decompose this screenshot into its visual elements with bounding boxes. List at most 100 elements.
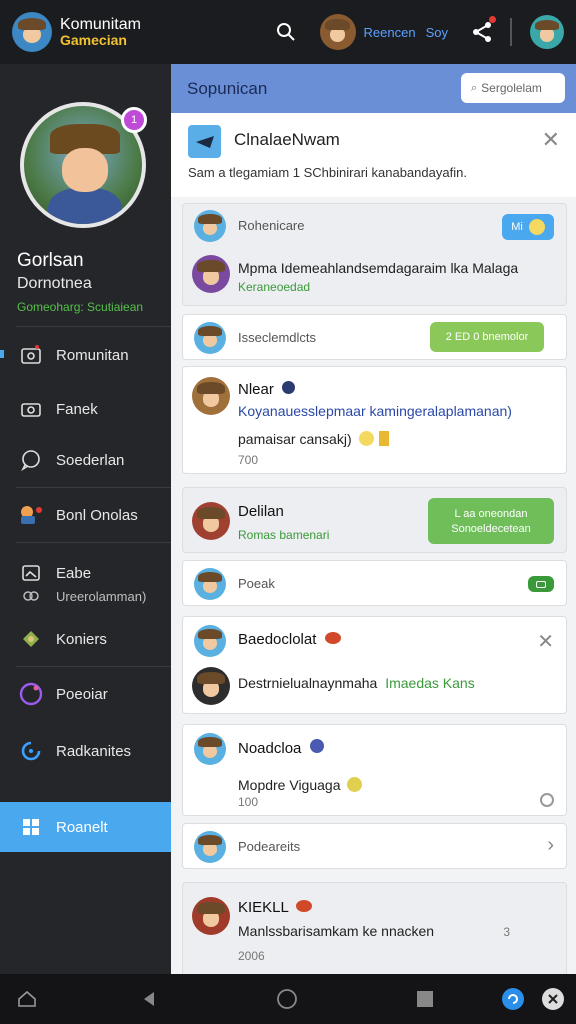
sidebar-item-label: Radkanites (56, 742, 132, 760)
status-badge[interactable]: 2 ED 0 bnemolor (430, 322, 544, 352)
avatar (194, 322, 226, 354)
badge-label: Mi (511, 221, 523, 233)
info-card-title: ClnalaeNwam (234, 130, 340, 149)
notification-dot (489, 16, 496, 23)
list-item[interactable]: Rohenicare Mi Mpma Idemeahlandsemdagarai… (182, 203, 567, 306)
card-message-text: Destrnielualnaynmaha (238, 675, 378, 691)
emoji-icon (358, 431, 374, 446)
card-link[interactable]: Koyanauesslepmaar kamingeralaplamanan) (238, 403, 512, 419)
sidebar-item-label: Bonl Onolas (56, 506, 138, 524)
list-item[interactable]: Noadcloa Mopdre Viguaga 100 (182, 724, 567, 816)
close-icon[interactable]: ✕ (537, 629, 554, 654)
card-count: 3 (503, 925, 510, 939)
top-bar: Komunitam Gamecian Reencen Soy (0, 0, 576, 64)
app-icon[interactable] (500, 986, 526, 1012)
sidebar-item-label: Koniers (56, 630, 107, 648)
card-message: Destrnielualnaynmaha Imaedas Kans (238, 675, 475, 691)
status-badge[interactable]: Mi (502, 214, 554, 240)
sidebar-item-label: Soederlan (56, 451, 125, 469)
trophy-icon (379, 431, 390, 446)
search-input[interactable]: ⌕ Sergolelam (461, 73, 565, 103)
user-tag: Soy (425, 24, 448, 40)
sidebar-item-label: Fanek (56, 400, 98, 418)
bomb-icon (282, 381, 296, 394)
active-indicator (0, 350, 4, 358)
sidebar-item-label: Romunitan (56, 346, 129, 364)
game-icon (18, 502, 44, 528)
card-title: Delilan (238, 503, 284, 520)
card-label: Isseclemdlcts (238, 330, 317, 345)
emoji-icon (347, 777, 363, 792)
sidebar-item-eabe-sub[interactable]: Ureerolamman) (0, 584, 171, 608)
sidebar-item-fanek[interactable]: Fanek (0, 392, 171, 426)
smile-icon (528, 219, 545, 235)
chat-badge-icon[interactable] (528, 576, 554, 592)
sidebar-item-poeoiar[interactable]: Poeoiar (0, 677, 171, 711)
circle-home-icon[interactable] (274, 986, 300, 1012)
chat-icon (18, 447, 44, 473)
app-logo-avatar[interactable] (12, 12, 52, 52)
card-status: Romas bamenari (238, 528, 330, 542)
profile-badge: 1 (121, 107, 147, 133)
back-icon[interactable] (136, 986, 162, 1012)
info-card-description: Sam a tlegamiam 1 SChbinirari kanabanday… (188, 165, 467, 180)
sidebar-item-community[interactable]: Romunitan (0, 338, 171, 372)
card-title-text: KIEKLL (238, 899, 289, 916)
record-icon (18, 681, 44, 707)
share-icon[interactable] (470, 16, 496, 44)
avatar (194, 625, 226, 657)
profile-status: Gomeoharg: Scutiaiean (17, 300, 144, 314)
close-icon[interactable] (540, 986, 566, 1012)
divider (16, 542, 171, 543)
camera-icon (18, 396, 44, 422)
grid-icon (18, 814, 44, 840)
sidebar-item-radkanites[interactable]: Radkanites (0, 734, 171, 768)
bottom-nav (0, 974, 576, 1024)
list-item[interactable]: Delilan Romas bamenari L aa oneondan Son… (182, 487, 567, 553)
card-title: KIEKLL (238, 899, 313, 916)
card-title-text: Noadcloa (238, 740, 302, 757)
badge-line: Sonoeldecetean (451, 522, 531, 535)
card-message-text: Mopdre Viguaga (238, 777, 341, 793)
badge-icon (309, 739, 324, 753)
search-icon[interactable] (274, 20, 298, 44)
sidebar-item-koniers[interactable]: Koniers (0, 622, 171, 656)
status-circle-icon[interactable] (540, 793, 554, 807)
user-name[interactable]: Reencen (364, 25, 416, 40)
card-message: Mopdre Viguaga (238, 777, 363, 793)
sidebar-item-bonl-onolas[interactable]: Bonl Onolas (0, 498, 171, 532)
divider (16, 326, 171, 327)
status-badge[interactable]: L aa oneondan Sonoeldecetean (428, 498, 554, 544)
profile-avatar[interactable] (530, 15, 564, 49)
card-title: Noadcloa (238, 739, 324, 757)
card-message-text: pamaisar cansakj) (238, 431, 352, 447)
card-label: Poeak (238, 576, 275, 591)
refresh-icon (18, 738, 44, 764)
football-icon (324, 632, 341, 644)
list-item[interactable]: KIEKLL Manlssbarisamkam ke nnacken 3 200… (182, 882, 567, 974)
profile-subtitle: Dornotnea (17, 275, 92, 292)
square-recent-icon[interactable] (412, 986, 438, 1012)
list-item[interactable]: Nlear Koyanauesslepmaar kamingeralaplama… (182, 366, 567, 474)
card-title: Nlear (238, 381, 296, 398)
user-avatar[interactable] (319, 14, 356, 50)
list-item[interactable]: Baedoclolat ✕ Destrnielualnaynmaha Imaed… (182, 616, 567, 714)
chevron-right-icon[interactable]: › (547, 834, 554, 857)
avatar (194, 568, 226, 600)
avatar (192, 255, 230, 293)
home-icon[interactable] (14, 986, 40, 1012)
list-item[interactable]: Poeak (182, 560, 567, 606)
sidebar-item-soederlan[interactable]: Soederlan (0, 443, 171, 477)
list-item[interactable]: Isseclemdlcts 2 ED 0 bnemolor (182, 314, 567, 360)
list-item[interactable]: Podeareits › (182, 823, 567, 869)
close-icon[interactable]: ✕ (542, 127, 560, 153)
link-icon (18, 583, 44, 609)
sidebar: 1 Gorlsan Dornotnea Gomeoharg: Scutiaiea… (0, 64, 171, 974)
avatar (192, 502, 230, 540)
avatar (194, 733, 226, 765)
avatar (194, 210, 226, 242)
search-icon: ⌕ (471, 81, 478, 94)
card-title-text: Nlear (238, 381, 274, 398)
sidebar-item-roanelt[interactable]: Roanelt (0, 802, 171, 852)
card-message: Manlssbarisamkam ke nnacken (238, 923, 435, 939)
